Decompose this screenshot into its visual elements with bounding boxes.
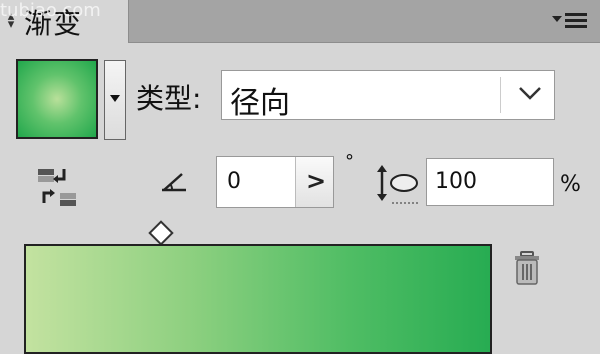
type-select[interactable]: 径向 — [221, 70, 555, 121]
gradient-slider[interactable] — [24, 244, 492, 354]
chevron-right-icon: > — [306, 167, 327, 195]
aspect-ratio-icon — [377, 165, 418, 204]
angle-stepper-button[interactable]: > — [295, 157, 333, 207]
gradient-midpoint-marker[interactable] — [148, 220, 174, 246]
degree-unit: ° — [345, 151, 354, 172]
angle-value: 0 — [227, 169, 241, 194]
type-label: 类型: — [136, 82, 202, 115]
chevron-down-icon — [110, 95, 120, 102]
gradient-swatch-dropdown-button[interactable] — [104, 60, 126, 140]
aspect-ratio-value: 100 — [435, 169, 477, 194]
panel-tab-bar: ▴ ▾ 渐变 tubiao.com — [0, 0, 600, 43]
percent-unit: % — [560, 172, 581, 197]
aspect-ratio-input[interactable]: 100 — [426, 158, 554, 206]
reverse-gradient-icon[interactable] — [36, 165, 80, 209]
angle-icon — [162, 173, 186, 192]
panel-menu-icon[interactable] — [552, 10, 592, 32]
angle-input[interactable]: 0 > — [216, 156, 334, 208]
trash-icon[interactable] — [512, 250, 542, 286]
watermark-text: tubiao.com — [0, 0, 101, 21]
chevron-down-icon — [519, 87, 541, 100]
gradient-swatch[interactable] — [16, 59, 98, 139]
type-select-value: 径向 — [230, 86, 290, 121]
